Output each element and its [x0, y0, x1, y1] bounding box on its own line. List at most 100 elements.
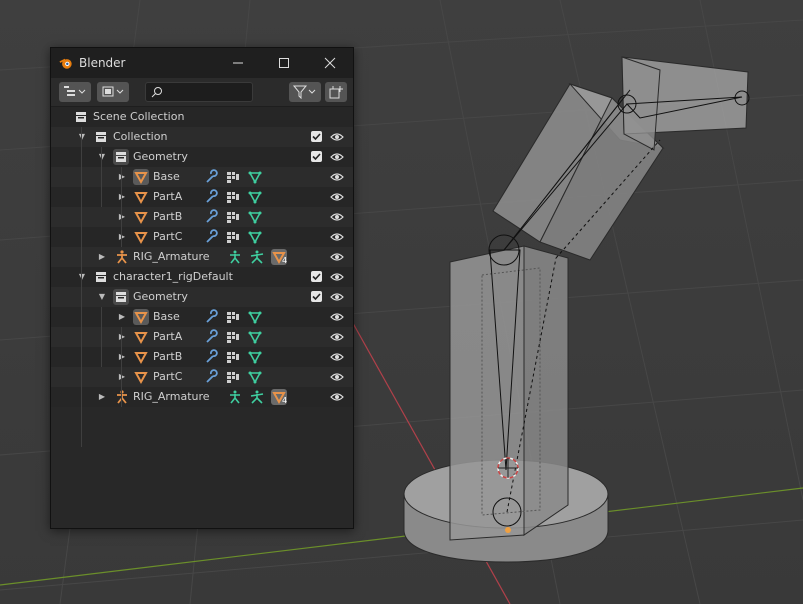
modifier-wrench-icon	[206, 229, 218, 243]
3d-cursor[interactable]	[497, 457, 519, 479]
exclude-checkbox[interactable]	[311, 291, 322, 302]
expand-arrow-icon[interactable]: ▶	[117, 312, 127, 321]
mesh-icon	[134, 312, 148, 325]
visibility-toggle[interactable]	[330, 391, 344, 403]
new-collection-button[interactable]	[325, 82, 347, 102]
collapse-arrow-icon[interactable]: ▼	[77, 132, 87, 141]
mod-extra[interactable]	[225, 209, 241, 225]
expand-arrow-icon[interactable]: ▶	[97, 252, 107, 261]
visibility-toggle[interactable]	[330, 331, 344, 343]
visibility-toggle[interactable]	[330, 131, 344, 143]
outliner-row-partc[interactable]: ▶ PartC	[51, 227, 353, 247]
wrench-extra[interactable]	[203, 369, 219, 385]
bone-extra[interactable]	[227, 249, 243, 265]
modifier-stack-icon	[227, 232, 239, 243]
pose-extra[interactable]	[249, 249, 265, 265]
outliner-row-base[interactable]: ▶ Base	[51, 307, 353, 327]
visibility-toggle[interactable]	[330, 291, 344, 303]
expand-arrow-icon[interactable]: ▶	[117, 232, 127, 241]
outliner-row-character1-rigdefault[interactable]: ▼ character1_rigDefault	[51, 267, 353, 287]
expand-arrow-icon[interactable]: ▶	[117, 372, 127, 381]
outliner-row-geometry[interactable]: ▼ Geometry	[51, 147, 353, 167]
vg-extra[interactable]	[247, 189, 263, 205]
display-mode-dropdown[interactable]	[59, 82, 91, 102]
outliner-row-geometry[interactable]: ▼ Geometry	[51, 287, 353, 307]
outliner-row-parta[interactable]: ▶ PartA	[51, 327, 353, 347]
vg-extra[interactable]	[247, 329, 263, 345]
visibility-toggle[interactable]	[330, 191, 344, 203]
visibility-toggle[interactable]	[330, 251, 344, 263]
visibility-toggle[interactable]	[330, 371, 344, 383]
wrench-extra[interactable]	[203, 189, 219, 205]
vg-extra[interactable]	[247, 229, 263, 245]
visibility-eye-icon	[330, 253, 344, 261]
bone-extra[interactable]	[227, 389, 243, 405]
outliner-row-rig-armature[interactable]: ▶ RIG_Armature 4	[51, 247, 353, 267]
vg-extra[interactable]	[247, 209, 263, 225]
wrench-extra[interactable]	[203, 169, 219, 185]
mod-extra[interactable]	[225, 369, 241, 385]
collapse-arrow-icon[interactable]: ▼	[97, 292, 107, 301]
expand-arrow-icon[interactable]: ▶	[97, 392, 107, 401]
visibility-toggle[interactable]	[330, 271, 344, 283]
wrench-extra[interactable]	[203, 229, 219, 245]
expand-arrow-icon[interactable]: ▶	[117, 192, 127, 201]
mod-extra[interactable]	[225, 309, 241, 325]
lower-column[interactable]	[449, 245, 569, 541]
search-input[interactable]	[166, 84, 254, 102]
vg-extra[interactable]	[247, 309, 263, 325]
minimize-button[interactable]	[215, 48, 261, 78]
mod-extra[interactable]	[225, 349, 241, 365]
search-field[interactable]	[145, 82, 254, 102]
close-button[interactable]	[307, 48, 353, 78]
window-titlebar[interactable]: Blender	[51, 48, 353, 78]
wrench-extra[interactable]	[203, 329, 219, 345]
visibility-toggle[interactable]	[330, 351, 344, 363]
row-icon-wrap	[133, 369, 149, 385]
outliner-row-parta[interactable]: ▶ PartA	[51, 187, 353, 207]
outliner-row-collection[interactable]: ▼ Collection	[51, 127, 353, 147]
view-layer-dropdown[interactable]	[97, 82, 129, 102]
mod-extra[interactable]	[225, 169, 241, 185]
exclude-checkbox[interactable]	[311, 151, 322, 162]
outliner-display-icon	[64, 86, 86, 96]
child-mesh-badge[interactable]: 4	[271, 389, 287, 405]
mod-extra[interactable]	[225, 329, 241, 345]
child-mesh-badge[interactable]: 4	[271, 249, 287, 265]
outliner-row-scene-collection[interactable]: Scene Collection	[51, 107, 353, 127]
outliner-row-partb[interactable]: ▶ PartB	[51, 347, 353, 367]
expand-arrow-icon[interactable]: ▶	[117, 352, 127, 361]
collapse-arrow-icon[interactable]: ▼	[77, 272, 87, 281]
expand-arrow-icon[interactable]: ▶	[117, 212, 127, 221]
wrench-extra[interactable]	[203, 349, 219, 365]
wrench-extra[interactable]	[203, 309, 219, 325]
vg-extra[interactable]	[247, 169, 263, 185]
visibility-toggle[interactable]	[330, 231, 344, 243]
outliner-item-label: Base	[153, 170, 180, 183]
pose-extra[interactable]	[249, 389, 265, 405]
mod-extra[interactable]	[225, 229, 241, 245]
vertex-group-icon	[248, 351, 262, 364]
exclude-checkbox[interactable]	[311, 131, 322, 142]
mod-extra[interactable]	[225, 189, 241, 205]
maximize-button[interactable]	[261, 48, 307, 78]
outliner-row-partc[interactable]: ▶ PartC	[51, 367, 353, 387]
expand-arrow-icon[interactable]: ▶	[117, 172, 127, 181]
vg-extra[interactable]	[247, 369, 263, 385]
expand-arrow-icon[interactable]: ▶	[117, 332, 127, 341]
visibility-toggle[interactable]	[330, 211, 344, 223]
visibility-toggle[interactable]	[330, 311, 344, 323]
outliner-item-label: PartA	[153, 330, 183, 343]
visibility-toggle[interactable]	[330, 151, 344, 163]
visibility-toggle[interactable]	[330, 171, 344, 183]
collapse-arrow-icon[interactable]: ▼	[97, 152, 107, 161]
vg-extra[interactable]	[247, 349, 263, 365]
collection-icon	[96, 272, 106, 282]
filter-dropdown[interactable]	[289, 82, 321, 102]
exclude-checkbox[interactable]	[311, 271, 322, 282]
outliner-row-base[interactable]: ▶ Base	[51, 167, 353, 187]
mesh-icon	[134, 172, 148, 185]
outliner-row-partb[interactable]: ▶ PartB	[51, 207, 353, 227]
wrench-extra[interactable]	[203, 209, 219, 225]
outliner-row-rig-armature[interactable]: ▶ RIG_Armature 4	[51, 387, 353, 407]
